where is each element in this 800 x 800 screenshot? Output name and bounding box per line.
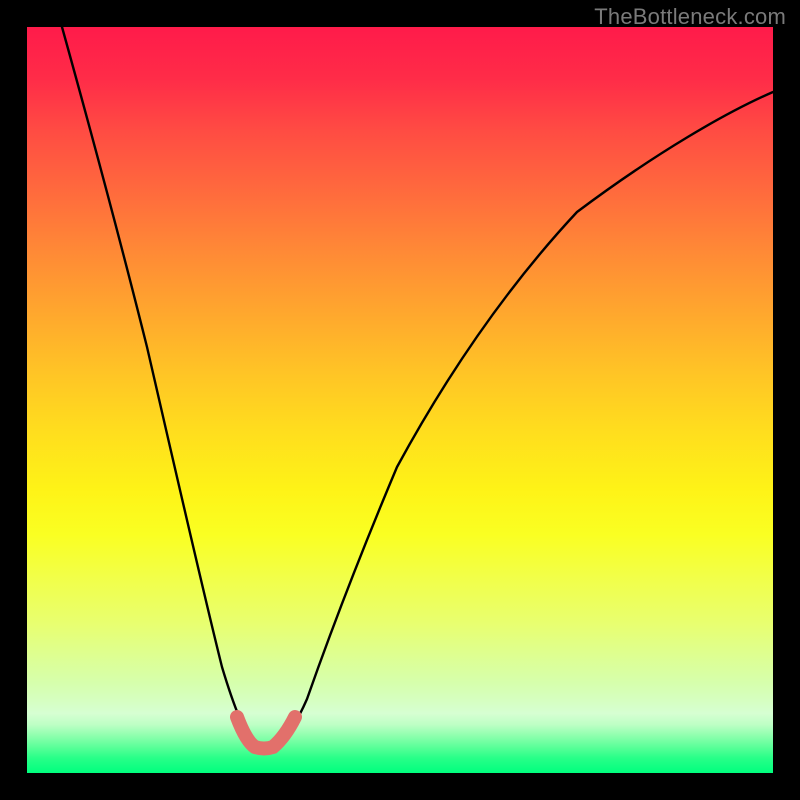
watermark-text: TheBottleneck.com: [594, 4, 786, 30]
highlight-segment: [237, 717, 295, 749]
chart-svg: [27, 27, 773, 773]
bottleneck-curve: [62, 27, 773, 748]
chart-frame: [27, 27, 773, 773]
